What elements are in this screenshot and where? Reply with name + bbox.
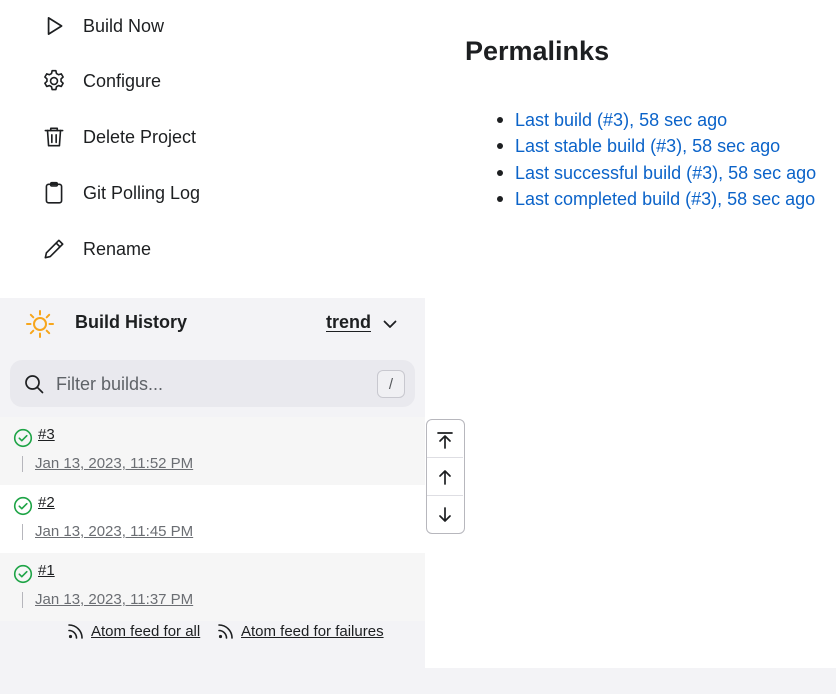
build-now-label: Build Now	[83, 15, 165, 36]
filter-builds-input[interactable]	[56, 368, 366, 400]
pencil-icon	[40, 235, 68, 263]
build-number-link[interactable]: #3	[38, 426, 55, 443]
arrow-up-icon	[439, 469, 451, 485]
build-date-link[interactable]: Jan 13, 2023, 11:52 PM	[35, 455, 193, 472]
build-number-link[interactable]: #2	[38, 494, 55, 511]
rss-icon	[68, 624, 83, 639]
build-now-task[interactable]: Build Now	[40, 10, 164, 42]
timeline-bar	[22, 524, 23, 540]
build-row[interactable]: #2 Jan 13, 2023, 11:45 PM	[0, 485, 425, 553]
list-item: Last build (#3), 58 sec ago	[497, 107, 816, 133]
delete-project-task[interactable]: Delete Project	[40, 121, 196, 153]
play-icon	[40, 12, 68, 40]
last-completed-build-link[interactable]: Last completed build (#3), 58 sec ago	[515, 189, 815, 209]
trend-link[interactable]: trend	[326, 312, 371, 333]
permalinks-heading: Permalinks	[465, 36, 610, 66]
rename-label: Rename	[83, 238, 152, 259]
timeline-bar	[22, 456, 23, 472]
gear-icon	[40, 67, 68, 95]
scroll-up-button[interactable]	[427, 458, 463, 495]
atom-feed-all-label: Atom feed for all	[91, 622, 201, 640]
build-history-panel: Build History trend / #3 Jan 13, 2023, 1…	[0, 298, 425, 668]
arrow-down-icon	[439, 506, 451, 522]
page-footer-band	[0, 668, 836, 694]
success-check-icon	[13, 564, 33, 584]
filter-builds-field: /	[10, 360, 415, 407]
chevron-down-icon[interactable]	[381, 315, 399, 333]
rss-icon	[218, 624, 233, 639]
build-date-link[interactable]: Jan 13, 2023, 11:45 PM	[35, 523, 193, 540]
sun-weather-icon	[26, 310, 54, 338]
list-item: Last stable build (#3), 58 sec ago	[497, 133, 816, 159]
filter-shortcut-key: /	[377, 370, 405, 398]
atom-feed-all-link[interactable]: Atom feed for all	[67, 622, 200, 640]
list-item: Last completed build (#3), 58 sec ago	[497, 186, 816, 212]
build-history-header: Build History trend	[0, 298, 425, 350]
last-successful-build-link[interactable]: Last successful build (#3), 58 sec ago	[515, 163, 816, 183]
timeline-bar	[22, 592, 23, 608]
configure-task[interactable]: Configure	[40, 65, 161, 97]
build-number-link[interactable]: #1	[38, 562, 55, 579]
atom-feed-failures-link[interactable]: Atom feed for failures	[217, 622, 384, 640]
search-icon	[25, 375, 44, 394]
last-stable-build-link[interactable]: Last stable build (#3), 58 sec ago	[515, 136, 780, 156]
delete-project-label: Delete Project	[83, 126, 197, 147]
last-build-link[interactable]: Last build (#3), 58 sec ago	[515, 110, 727, 130]
permalinks-list: Last build (#3), 58 sec ago Last stable …	[497, 107, 816, 212]
list-item: Last successful build (#3), 58 sec ago	[497, 160, 816, 186]
build-history-title: Build History	[75, 312, 188, 332]
git-polling-log-task[interactable]: Git Polling Log	[40, 177, 200, 209]
atom-feed-failures-label: Atom feed for failures	[241, 622, 384, 640]
scroll-to-top-button[interactable]	[427, 421, 463, 458]
git-polling-log-label: Git Polling Log	[83, 182, 201, 203]
rename-task[interactable]: Rename	[40, 233, 151, 265]
build-scroll-controls	[426, 419, 465, 534]
build-date-link[interactable]: Jan 13, 2023, 11:37 PM	[35, 591, 193, 608]
build-row[interactable]: #3 Jan 13, 2023, 11:52 PM	[0, 417, 425, 485]
configure-label: Configure	[83, 70, 162, 91]
success-check-icon	[13, 428, 33, 448]
trash-icon	[40, 123, 68, 151]
success-check-icon	[13, 496, 33, 516]
atom-feeds: Atom feed for all Atom feed for failures	[0, 622, 425, 652]
arrow-to-top-icon	[437, 431, 453, 449]
scroll-down-button[interactable]	[427, 496, 463, 533]
build-row[interactable]: #1 Jan 13, 2023, 11:37 PM	[0, 553, 425, 621]
clipboard-icon	[40, 179, 68, 207]
